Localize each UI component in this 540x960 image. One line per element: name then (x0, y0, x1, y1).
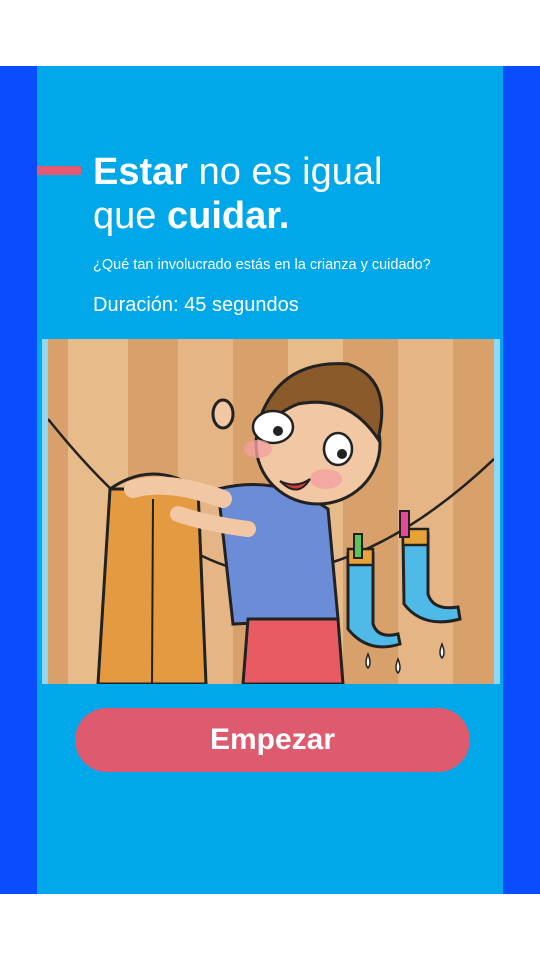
title-bold-cuidar: cuidar. (166, 195, 290, 237)
duration-label: Duración: 45 segundos (93, 294, 299, 316)
page-title: Estar no es igual que cuidar. (93, 150, 493, 238)
title-rest-line1: no es igual (188, 151, 383, 193)
title-bold-estar: Estar (93, 151, 189, 193)
title-accent-bar (37, 166, 81, 175)
subtitle: ¿Qué tan involucrado estás en la crianza… (93, 257, 431, 273)
illustration-svg (48, 339, 494, 684)
illustration-boy-hanging-laundry (42, 339, 500, 684)
start-button[interactable]: Empezar (75, 708, 470, 772)
title-line2-start: que (93, 195, 167, 237)
